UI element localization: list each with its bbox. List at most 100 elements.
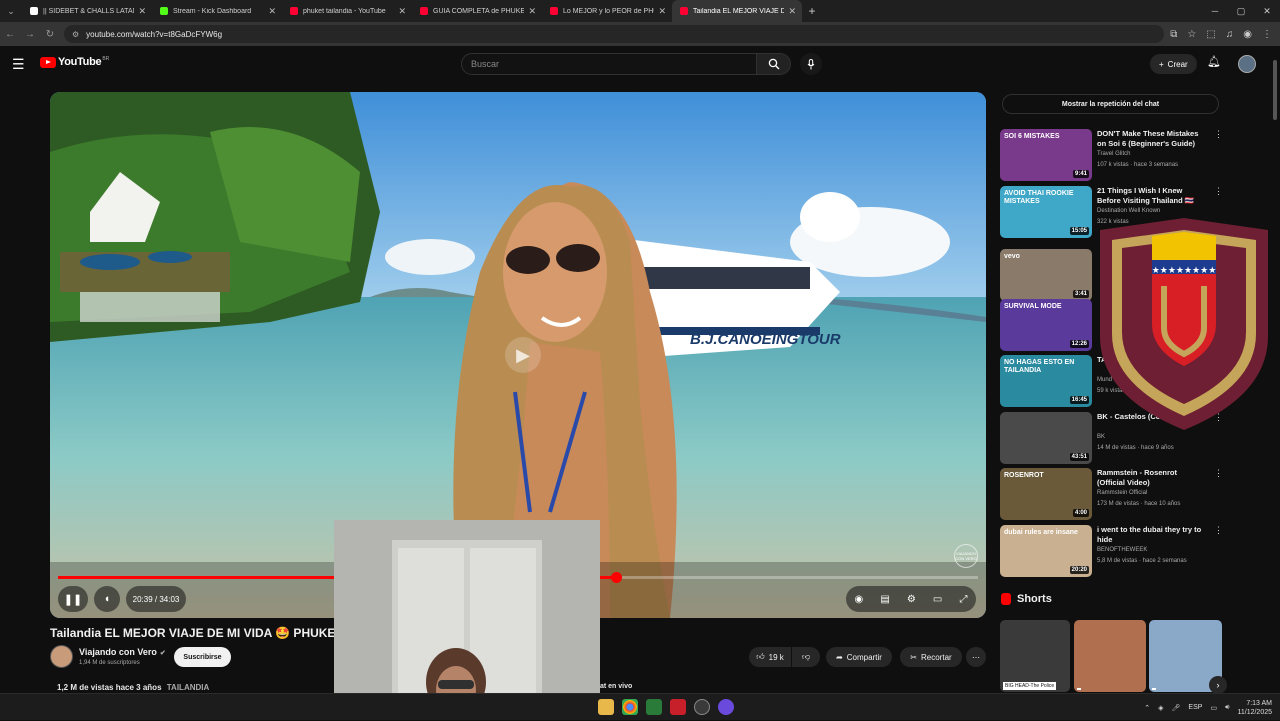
miniplayer-icon[interactable]: ▭ (933, 594, 942, 605)
voice-search-button[interactable] (800, 53, 822, 75)
url-field[interactable]: ⚙ youtube.com/watch?v=t8GaDcFYW6g (64, 25, 1164, 43)
obs-icon[interactable] (694, 699, 710, 715)
video-thumbnail[interactable]: SOI 6 MISTAKES 9:41 (1000, 129, 1092, 181)
app-green-icon[interactable] (646, 699, 662, 715)
recommended-channel[interactable]: Rammstein Official (1097, 490, 1147, 496)
browser-tab[interactable]: Tailandia EL MEJOR VIAJE DE M✕ (672, 0, 802, 22)
browser-tab[interactable]: GUÍA COMPLETA de PHUKE ✕ (412, 0, 542, 22)
volume-button[interactable]: ◖ (94, 586, 120, 612)
video-thumbnail[interactable]: dubai rules are insane 20:20 (1000, 525, 1092, 577)
channel-watermark[interactable]: VIAJANDO CON VERO (954, 544, 978, 568)
tab-close-icon[interactable]: ✕ (658, 6, 666, 17)
tray-app-icon[interactable]: ◈ (1158, 704, 1163, 712)
tab-close-icon[interactable]: ✕ (138, 6, 146, 17)
video-thumbnail[interactable]: AVOID THAI ROOKIE MISTAKES 15:05 (1000, 186, 1092, 238)
settings-gear-icon[interactable]: ⚙ (907, 594, 916, 605)
recommended-video[interactable]: SOI 6 MISTAKES 9:41 DON'T Make These Mista… (1000, 129, 1230, 181)
play-overlay-icon[interactable]: ▶ (505, 337, 541, 373)
progress-knob[interactable] (610, 572, 622, 583)
app-red-icon[interactable] (670, 699, 686, 715)
more-options-icon[interactable]: ⋮ (1214, 525, 1223, 536)
search-button[interactable] (757, 53, 791, 75)
dislike-button[interactable]: 👎︎ (792, 647, 820, 667)
tab-close-icon[interactable]: ✕ (268, 6, 276, 17)
browser-menu-icon[interactable]: ⋮ (1262, 29, 1272, 40)
show-chat-replay-button[interactable]: Mostrar la repetición del chat (1002, 94, 1219, 114)
media-icon[interactable]: ♫ (1226, 29, 1234, 40)
extensions-icon[interactable]: ⬚ (1206, 29, 1215, 40)
maximize-icon[interactable]: ▢ (1228, 0, 1254, 22)
recommended-channel[interactable]: Travel Glitch (1097, 151, 1130, 157)
browser-tab[interactable]: Stream - Kick Dashboard ✕ (152, 0, 282, 22)
channel-name-link[interactable]: Viajando con Vero ✔ (79, 647, 166, 657)
browser-tab[interactable]: phuket tailandia - YouTube ✕ (282, 0, 412, 22)
video-thumbnail[interactable]: SURVIVAL MODE 12:26 (1000, 299, 1092, 351)
more-actions-button[interactable]: ⋯ (966, 647, 986, 667)
subtitles-icon[interactable]: ▤ (880, 594, 889, 605)
like-button[interactable]: 👍︎ 19 k (749, 647, 791, 667)
fullscreen-icon[interactable]: ⤢ (959, 594, 967, 605)
create-button[interactable]: + Crear (1150, 54, 1197, 74)
new-tab-icon[interactable]: + (802, 4, 822, 18)
recommended-title[interactable]: i went to the dubai they try to hide (1097, 525, 1207, 545)
recommended-channel[interactable]: BK (1097, 434, 1105, 440)
volume-tray-icon[interactable]: 🔊︎ (1225, 704, 1229, 712)
account-avatar[interactable] (1238, 55, 1256, 73)
autoplay-toggle-icon[interactable]: ◉ (855, 594, 864, 605)
profile-icon[interactable]: ◉ (1243, 29, 1252, 40)
chrome-icon[interactable] (622, 699, 638, 715)
search-input[interactable]: Buscar (461, 53, 757, 75)
bookmark-star-icon[interactable]: ☆ (1187, 29, 1196, 40)
recommended-title[interactable]: 21 Things I Wish I Knew Before Visiting … (1097, 186, 1207, 206)
shorts-next-arrow-icon[interactable]: › (1209, 676, 1227, 694)
menu-icon[interactable]: ☰ (12, 56, 25, 73)
video-thumbnail[interactable]: vevo 3:41 (1000, 249, 1092, 301)
notifications-bell-icon[interactable]: 🔔︎ (1207, 55, 1221, 68)
recommended-title[interactable]: DON'T Make These Mistakes on Soi 6 (Begi… (1097, 129, 1207, 149)
file-explorer-icon[interactable] (598, 699, 614, 715)
tray-mic-icon[interactable]: 🎤︎ (1172, 704, 1181, 712)
right-controls: ◉ ▤ ⚙ ▭ ⤢ (846, 586, 976, 612)
reload-icon[interactable]: ↻ (40, 22, 60, 46)
tab-close-icon[interactable]: ✕ (398, 6, 406, 17)
browser-tab[interactable]: Lo MEJOR y lo PEOR de PHUKE ✕ (542, 0, 672, 22)
short-thumbnail[interactable]: BIG HEAD-The Police (1000, 620, 1070, 692)
recommended-channel[interactable]: Destination Well Known (1097, 208, 1160, 214)
more-options-icon[interactable]: ⋮ (1214, 468, 1223, 479)
browser-tab[interactable]: || SIDEBET & CHALLS LATAM PA ✕ (22, 0, 152, 22)
video-thumbnail[interactable]: NO HAGAS ESTO EN TAILANDIA 16:45 (1000, 355, 1092, 407)
tray-chevron-icon[interactable]: ⌃ (1144, 704, 1150, 712)
pause-button[interactable]: ❚❚ (58, 586, 88, 612)
recommended-channel[interactable]: BENOFTHEWEEK (1097, 547, 1147, 553)
channel-avatar[interactable] (50, 645, 73, 668)
subscribe-button[interactable]: Suscribirse (174, 647, 231, 667)
page-scrollbar[interactable] (1272, 50, 1278, 690)
recommended-video[interactable]: dubai rules are insane 20:20 i went to the… (1000, 525, 1230, 577)
scrollbar-thumb[interactable] (1273, 60, 1277, 120)
close-window-icon[interactable]: ✕ (1254, 0, 1280, 22)
system-clock[interactable]: 7:13 AM 11/12/2025 (1237, 699, 1272, 717)
app-purple-icon[interactable] (718, 699, 734, 715)
short-thumbnail[interactable] (1074, 620, 1146, 692)
recommended-title[interactable]: Rammstein - Rosenrot (Official Video) (1097, 468, 1207, 488)
site-info-icon[interactable]: ⚙ (72, 30, 79, 39)
tab-close-icon[interactable]: ✕ (528, 6, 536, 17)
forward-icon[interactable]: → (20, 22, 40, 46)
youtube-logo[interactable]: YouTube BR (40, 56, 109, 68)
video-thumbnail[interactable]: ROSENROT 4:00 (1000, 468, 1092, 520)
share-button[interactable]: ➦ Compartir (826, 647, 892, 667)
more-options-icon[interactable]: ⋮ (1214, 186, 1223, 197)
tab-close-icon[interactable]: ✕ (788, 6, 796, 17)
recommended-video[interactable]: ROSENROT 4:00 Rammstein - Rosenrot (Offici… (1000, 468, 1230, 520)
tab-search-icon[interactable]: ⌄ (0, 0, 22, 22)
verified-badge-icon: ✔ (159, 650, 166, 657)
language-indicator[interactable]: ESP (1188, 704, 1202, 711)
video-thumbnail[interactable]: 43:51 (1000, 412, 1092, 464)
network-icon[interactable]: ▭ (1210, 704, 1217, 712)
back-icon[interactable]: ← (0, 22, 20, 46)
clip-button[interactable]: ✂ Recortar (900, 647, 962, 667)
hashtag-link[interactable]: TAILANDIA (167, 683, 210, 692)
more-options-icon[interactable]: ⋮ (1214, 129, 1223, 140)
minimize-icon[interactable]: ─ (1202, 0, 1228, 22)
install-icon[interactable]: ⧉ (1170, 29, 1177, 40)
